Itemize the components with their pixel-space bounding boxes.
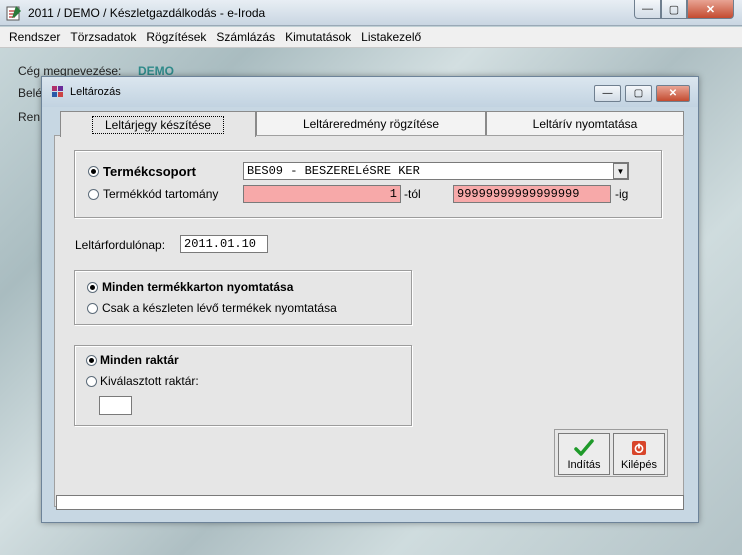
tab-leltariv[interactable]: Leltárív nyomtatása xyxy=(486,111,684,136)
app-title: 2011 / DEMO / Készletgazdálkodás - e-Iro… xyxy=(28,6,266,20)
exit-button[interactable]: Kilépés xyxy=(613,433,665,475)
main-window-titlebar: 2011 / DEMO / Készletgazdálkodás - e-Iro… xyxy=(0,0,742,26)
print-in-stock-radio[interactable] xyxy=(87,303,98,314)
checkmark-icon xyxy=(574,439,594,456)
dialog-status-bar xyxy=(56,495,684,510)
dialog-app-icon xyxy=(52,86,63,97)
exit-button-label: Kilépés xyxy=(620,459,658,471)
selected-warehouse-label: Kiválasztott raktár: xyxy=(100,374,199,388)
chevron-down-icon[interactable]: ▼ xyxy=(613,163,628,179)
menu-bar: Rendszer Törzsadatok Rögzítések Számlázá… xyxy=(0,27,742,48)
product-group-select[interactable]: BES09 - BESZERELéSRE KER xyxy=(243,162,629,180)
minimize-button[interactable]: — xyxy=(634,0,661,19)
close-button[interactable]: ✕ xyxy=(687,0,734,19)
app-icon xyxy=(6,6,21,21)
menu-rendszer[interactable]: Rendszer xyxy=(4,30,65,44)
dialog-titlebar: Leltározás — ▢ ✕ xyxy=(42,77,698,107)
menu-szamlazas[interactable]: Számlázás xyxy=(211,30,280,44)
product-group-radio[interactable] xyxy=(88,166,99,177)
product-range-radio[interactable] xyxy=(88,189,99,200)
menu-torzsadatok[interactable]: Törzsadatok xyxy=(65,30,141,44)
start-button[interactable]: Indítás xyxy=(558,433,610,475)
range-from-suffix: -tól xyxy=(404,187,421,201)
maximize-button[interactable]: ▢ xyxy=(661,0,687,19)
turn-date-label: Leltárfordulónap: xyxy=(75,238,166,252)
dialog-close-button[interactable]: ✕ xyxy=(656,85,690,102)
dialog-minimize-button[interactable]: — xyxy=(594,85,621,102)
inventory-dialog: Leltározás — ▢ ✕ Leltárjegy készítése Le… xyxy=(41,76,699,523)
power-icon xyxy=(632,441,646,455)
selected-warehouse-radio[interactable] xyxy=(86,376,97,387)
close-icon: ✕ xyxy=(668,88,678,99)
maximize-icon: ▢ xyxy=(633,88,644,99)
tab-leltarjegy[interactable]: Leltárjegy készítése xyxy=(60,111,256,137)
menu-listakezelo[interactable]: Listakezelő xyxy=(356,30,426,44)
range-to-input[interactable]: 99999999999999999 xyxy=(453,185,611,203)
minimize-icon: — xyxy=(602,88,613,99)
turn-date-input[interactable]: 2011.01.10 xyxy=(180,235,268,253)
print-all-radio[interactable] xyxy=(87,282,98,293)
maximize-icon: ▢ xyxy=(668,3,680,16)
product-group-label: Termékcsoport xyxy=(103,164,196,179)
print-options-group xyxy=(74,270,412,325)
range-from-input[interactable]: 1 xyxy=(243,185,401,203)
background-text-2: Belé xyxy=(18,86,43,100)
dialog-maximize-button[interactable]: ▢ xyxy=(625,85,652,102)
all-warehouse-label: Minden raktár xyxy=(100,353,179,367)
product-range-label: Termékkód tartomány xyxy=(103,187,219,201)
print-all-label: Minden termékkarton nyomtatása xyxy=(102,280,294,294)
menu-rogzitesek[interactable]: Rögzítések xyxy=(141,30,211,44)
dialog-title: Leltározás xyxy=(70,86,121,98)
minimize-icon: — xyxy=(642,3,653,15)
start-button-label: Indítás xyxy=(567,459,601,471)
tab-leltareredmeny[interactable]: Leltáreredmény rögzítése xyxy=(256,111,486,136)
range-to-suffix: -ig xyxy=(615,187,629,201)
background-text-3: Ren xyxy=(18,110,41,124)
action-button-group: Indítás Kilépés xyxy=(554,429,668,477)
menu-kimutatasok[interactable]: Kimutatások xyxy=(280,30,356,44)
all-warehouse-radio[interactable] xyxy=(86,355,97,366)
product-filter-group xyxy=(74,150,662,218)
print-in-stock-label: Csak a készleten lévő termékek nyomtatás… xyxy=(102,301,337,315)
close-icon: ✕ xyxy=(705,3,716,16)
warehouse-code-input[interactable] xyxy=(99,396,132,415)
